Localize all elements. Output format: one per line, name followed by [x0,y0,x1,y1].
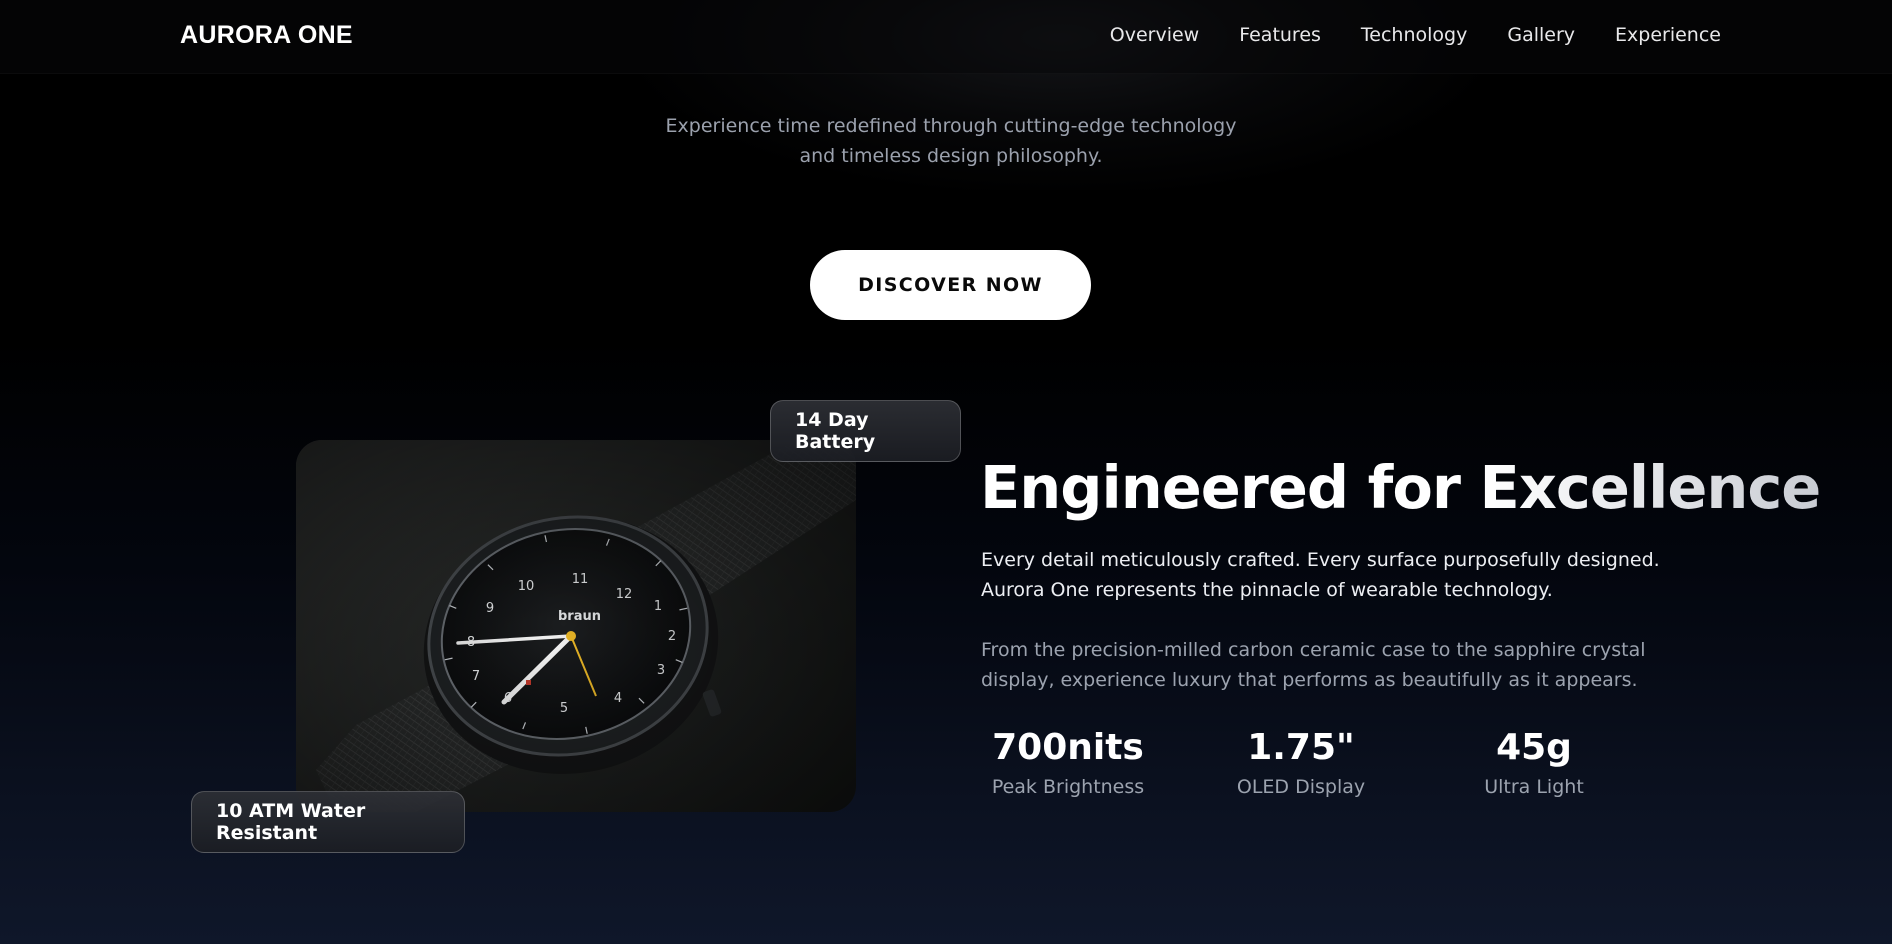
hero-tagline-line2: and timeless design philosophy. [799,145,1103,167]
feature-paragraph-2: From the precision-milled carbon ceramic… [981,639,1646,691]
stat-value: 1.75" [1247,727,1355,768]
stat-label: OLED Display [1236,776,1366,798]
feature-paragraph-1: Every detail meticulously crafted. Every… [981,549,1660,601]
nav-gallery[interactable]: Gallery [1507,24,1575,46]
nav-technology[interactable]: Technology [1361,24,1467,46]
battery-badge: 14 Day Battery [770,400,961,462]
watch-photo: 12 1 2 3 4 5 6 7 8 9 10 11 braun [296,440,856,812]
top-navbar: AURORA ONE Overview Features Technology … [0,0,1892,74]
hero-tagline: Experience time redefined through cuttin… [596,111,1306,171]
hero-tagline-line1: Experience time redefined through cuttin… [665,115,1237,137]
nav-experience[interactable]: Experience [1615,24,1721,46]
stat-oled-display: 1.75" OLED Display [1191,722,1411,800]
water-resistance-badge: 10 ATM Water Resistant [191,791,465,853]
stat-peak-brightness: 700nits Peak Brightness [958,722,1178,800]
discover-now-button[interactable]: DISCOVER NOW [810,250,1091,320]
nav-overview[interactable]: Overview [1110,24,1199,46]
stat-value: 45g [1496,727,1572,768]
stat-ultra-light: 45g Ultra Light [1424,722,1644,800]
stat-label: Peak Brightness [991,776,1145,798]
feature-headline: Engineered for Excellence [980,450,1821,526]
nav-features[interactable]: Features [1239,24,1321,46]
stat-label: Ultra Light [1484,776,1584,798]
brand-logo[interactable]: AURORA ONE [180,21,353,50]
main-nav: Overview Features Technology Gallery Exp… [1110,24,1721,46]
stat-value: 700nits [992,727,1144,768]
